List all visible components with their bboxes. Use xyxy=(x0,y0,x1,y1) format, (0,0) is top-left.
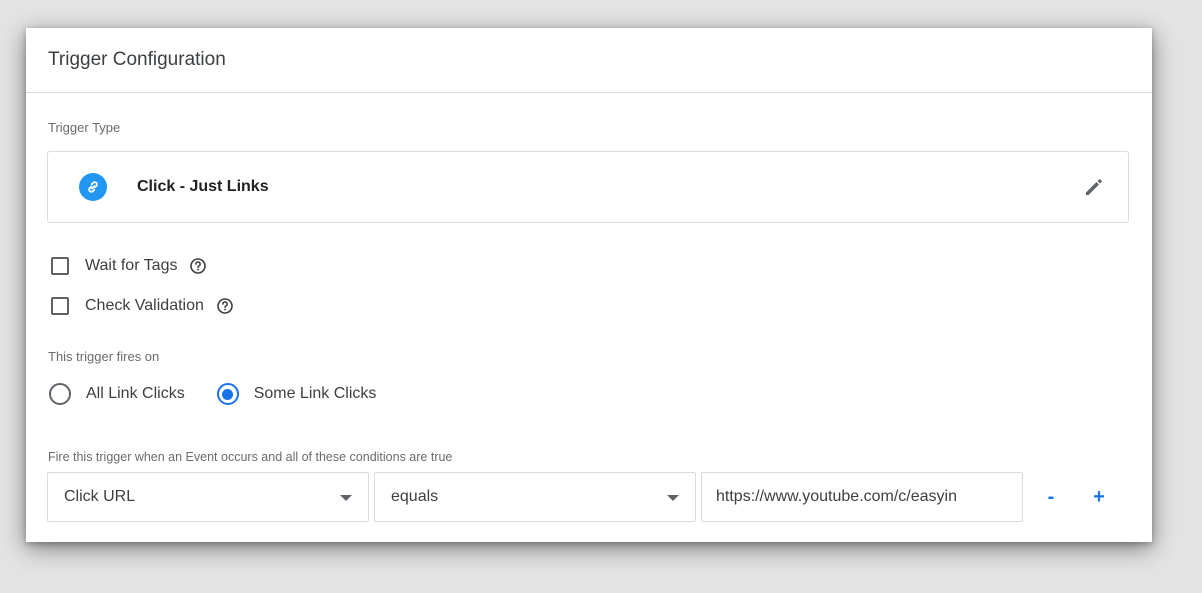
radio-label: Some Link Clicks xyxy=(253,385,377,402)
link-icon xyxy=(79,173,107,201)
dropdown-arrow-icon xyxy=(667,495,679,501)
fires-on-label: This trigger fires on xyxy=(48,349,160,364)
trigger-type-box[interactable]: Click - Just Links xyxy=(47,151,1129,223)
radio-label: All Link Clicks xyxy=(86,385,185,402)
trigger-type-label: Trigger Type xyxy=(48,120,121,135)
check-validation-checkbox[interactable] xyxy=(51,297,69,315)
variable-select[interactable]: Click URL xyxy=(47,472,369,522)
wait-for-tags-row: Wait for Tags xyxy=(51,257,207,275)
operator-value: equals xyxy=(391,488,439,505)
card-title: Trigger Configuration xyxy=(26,28,1152,93)
radio-button-selected[interactable] xyxy=(216,383,239,405)
operator-select[interactable]: equals xyxy=(374,472,696,522)
pencil-icon[interactable] xyxy=(1082,175,1106,199)
wait-for-tags-checkbox[interactable] xyxy=(51,257,69,275)
trigger-configuration-card: Trigger Configuration Trigger Type Click… xyxy=(26,28,1152,542)
trigger-type-name: Click - Just Links xyxy=(137,178,269,195)
conditions-label: Fire this trigger when an Event occurs a… xyxy=(48,450,453,464)
variable-value: Click URL xyxy=(64,488,136,505)
wait-for-tags-label: Wait for Tags xyxy=(85,257,178,274)
condition-value-input[interactable] xyxy=(701,472,1023,522)
help-icon[interactable] xyxy=(216,297,234,315)
radio-all-link-clicks[interactable]: All Link Clicks xyxy=(49,383,185,405)
radio-dot xyxy=(222,388,234,400)
radio-some-link-clicks[interactable]: Some Link Clicks xyxy=(216,383,377,405)
dropdown-arrow-icon xyxy=(340,495,352,501)
remove-condition-button[interactable]: - xyxy=(1036,480,1066,514)
check-validation-label: Check Validation xyxy=(85,297,204,314)
check-validation-row: Check Validation xyxy=(51,297,234,315)
add-condition-button[interactable]: + xyxy=(1084,480,1114,514)
radio-button[interactable] xyxy=(49,383,71,405)
help-icon[interactable] xyxy=(189,257,207,275)
fires-on-radio-group: All Link Clicks Some Link Clicks xyxy=(49,383,408,405)
